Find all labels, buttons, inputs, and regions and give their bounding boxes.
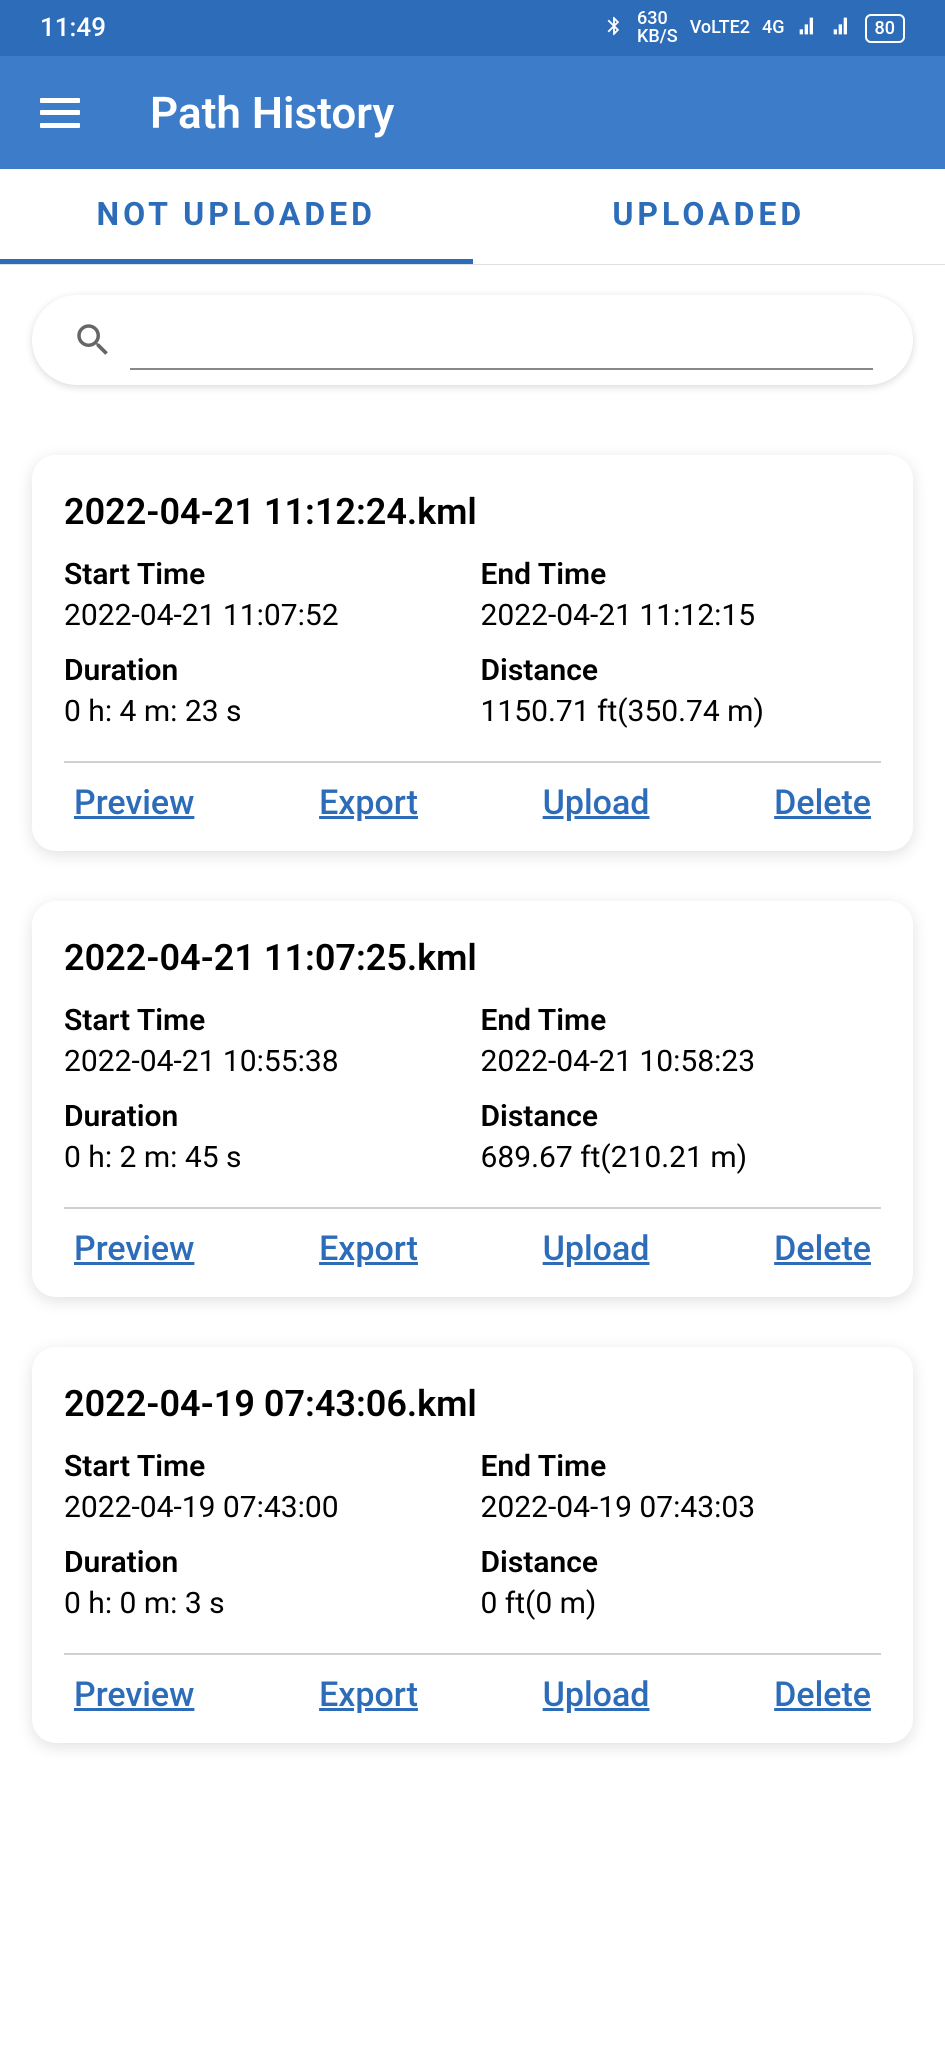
distance-label: Distance — [481, 653, 882, 688]
card-actions: Preview Export Upload Delete — [64, 783, 881, 823]
end-time-block: End Time 2022-04-21 10:58:23 — [473, 1003, 882, 1079]
start-time-label: Start Time — [64, 1003, 473, 1038]
duration-label: Duration — [64, 1545, 473, 1580]
menu-icon[interactable] — [40, 98, 80, 128]
card-info: Start Time 2022-04-21 11:07:52 End Time … — [64, 557, 881, 749]
signal-icon — [797, 16, 819, 41]
preview-button[interactable]: Preview — [74, 783, 194, 823]
duration-value: 0 h: 0 m: 3 s — [64, 1586, 473, 1621]
card-filename: 2022-04-21 11:07:25.kml — [64, 937, 881, 979]
start-time-label: Start Time — [64, 557, 473, 592]
volte-icon: VoLTE2 — [690, 19, 750, 37]
duration-block: Duration 0 h: 4 m: 23 s — [64, 653, 473, 729]
network-speed: 630KB/S — [637, 10, 678, 46]
distance-value: 689.67 ft(210.21 m) — [481, 1140, 882, 1175]
status-time: 11:49 — [40, 13, 106, 43]
cards-list: 2022-04-21 11:12:24.kml Start Time 2022-… — [0, 455, 945, 1743]
card-info: Start Time 2022-04-21 10:55:38 End Time … — [64, 1003, 881, 1195]
battery-icon: 80 — [865, 14, 905, 43]
duration-block: Duration 0 h: 0 m: 3 s — [64, 1545, 473, 1621]
duration-label: Duration — [64, 1099, 473, 1134]
app-bar: Path History — [0, 56, 945, 169]
card-divider — [64, 1653, 881, 1655]
export-button[interactable]: Export — [319, 1675, 418, 1715]
start-time-block: Start Time 2022-04-19 07:43:00 — [64, 1449, 473, 1525]
card-filename: 2022-04-21 11:12:24.kml — [64, 491, 881, 533]
card-info: Start Time 2022-04-19 07:43:00 End Time … — [64, 1449, 881, 1641]
start-time-block: Start Time 2022-04-21 10:55:38 — [64, 1003, 473, 1079]
duration-value: 0 h: 4 m: 23 s — [64, 694, 473, 729]
search-container — [0, 265, 945, 405]
distance-block: Distance 0 ft(0 m) — [473, 1545, 882, 1621]
end-time-label: End Time — [481, 1003, 882, 1038]
path-card: 2022-04-19 07:43:06.kml Start Time 2022-… — [32, 1347, 913, 1743]
search-icon — [72, 319, 114, 361]
card-filename: 2022-04-19 07:43:06.kml — [64, 1383, 881, 1425]
delete-button[interactable]: Delete — [774, 1675, 871, 1715]
end-time-value: 2022-04-21 10:58:23 — [481, 1044, 882, 1079]
preview-button[interactable]: Preview — [74, 1229, 194, 1269]
export-button[interactable]: Export — [319, 783, 418, 823]
tab-not-uploaded[interactable]: NOT UPLOADED — [0, 169, 473, 264]
status-bar: 11:49 630KB/S VoLTE2 4G 80 — [0, 0, 945, 56]
tabs: NOT UPLOADED UPLOADED — [0, 169, 945, 265]
distance-value: 0 ft(0 m) — [481, 1586, 882, 1621]
start-time-value: 2022-04-21 11:07:52 — [64, 598, 473, 633]
card-actions: Preview Export Upload Delete — [64, 1229, 881, 1269]
delete-button[interactable]: Delete — [774, 783, 871, 823]
path-card: 2022-04-21 11:12:24.kml Start Time 2022-… — [32, 455, 913, 851]
end-time-block: End Time 2022-04-19 07:43:03 — [473, 1449, 882, 1525]
status-right: 630KB/S VoLTE2 4G 80 — [603, 10, 905, 46]
upload-button[interactable]: Upload — [543, 1229, 650, 1269]
network-type: 4G — [762, 19, 785, 37]
end-time-value: 2022-04-19 07:43:03 — [481, 1490, 882, 1525]
start-time-block: Start Time 2022-04-21 11:07:52 — [64, 557, 473, 633]
card-actions: Preview Export Upload Delete — [64, 1675, 881, 1715]
distance-block: Distance 1150.71 ft(350.74 m) — [473, 653, 882, 729]
duration-label: Duration — [64, 653, 473, 688]
end-time-value: 2022-04-21 11:12:15 — [481, 598, 882, 633]
upload-button[interactable]: Upload — [543, 783, 650, 823]
delete-button[interactable]: Delete — [774, 1229, 871, 1269]
distance-value: 1150.71 ft(350.74 m) — [481, 694, 882, 729]
search-input[interactable] — [130, 310, 873, 370]
distance-label: Distance — [481, 1099, 882, 1134]
tab-uploaded[interactable]: UPLOADED — [473, 169, 945, 264]
start-time-label: Start Time — [64, 1449, 473, 1484]
duration-block: Duration 0 h: 2 m: 45 s — [64, 1099, 473, 1175]
distance-label: Distance — [481, 1545, 882, 1580]
export-button[interactable]: Export — [319, 1229, 418, 1269]
end-time-label: End Time — [481, 1449, 882, 1484]
duration-value: 0 h: 2 m: 45 s — [64, 1140, 473, 1175]
end-time-label: End Time — [481, 557, 882, 592]
bluetooth-icon — [603, 13, 625, 44]
card-divider — [64, 1207, 881, 1209]
preview-button[interactable]: Preview — [74, 1675, 194, 1715]
path-card: 2022-04-21 11:07:25.kml Start Time 2022-… — [32, 901, 913, 1297]
page-title: Path History — [150, 87, 394, 139]
upload-button[interactable]: Upload — [543, 1675, 650, 1715]
end-time-block: End Time 2022-04-21 11:12:15 — [473, 557, 882, 633]
start-time-value: 2022-04-19 07:43:00 — [64, 1490, 473, 1525]
signal-icon-2 — [831, 16, 853, 41]
distance-block: Distance 689.67 ft(210.21 m) — [473, 1099, 882, 1175]
start-time-value: 2022-04-21 10:55:38 — [64, 1044, 473, 1079]
search-box[interactable] — [32, 295, 913, 385]
card-divider — [64, 761, 881, 763]
